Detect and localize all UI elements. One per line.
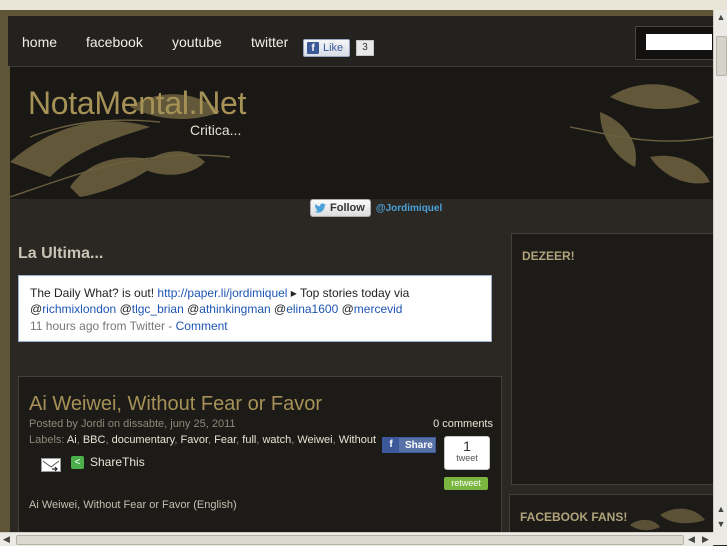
post-label-link[interactable]: Favor [180,434,208,446]
twitter-handle-link[interactable]: @Jordimiquel [376,203,442,214]
blog-post: Ai Weiwei, Without Fear or Favor Posted … [18,376,502,538]
post-meta: Posted by Jordi on dissabte, juny 25, 20… [29,418,236,430]
facebook-like-label: Like [323,42,344,54]
nav-twitter-link[interactable]: twitter [251,34,288,50]
tweet-mention-link[interactable]: elina1600 [286,302,338,316]
tweet-line-2: @richmixlondon @tlgc_brian @athinkingman… [30,302,403,316]
post-label-link[interactable]: Weiwei [297,434,332,446]
scrollbar-corner [713,532,727,545]
site-tagline: Critica... [190,122,242,138]
facebook-icon: f [383,438,399,452]
post-labels-label: Labels: [29,434,67,446]
post-comments-link[interactable]: 0 comments [433,418,493,430]
scroll-left-arrow-icon[interactable]: ◀ [685,533,698,546]
tweet-meta-text: 11 hours ago from Twitter [30,319,165,333]
nav-youtube-link[interactable]: youtube [172,34,222,50]
horizontal-scrollbar[interactable]: ◀ ◀ ▶ [0,532,713,546]
post-title[interactable]: Ai Weiwei, Without Fear or Favor [29,393,322,416]
horizontal-scroll-thumb[interactable] [16,535,684,545]
post-excerpt: Ai Weiwei, Without Fear or Favor (Englis… [29,499,237,511]
tweet-meta-separator: - [164,319,176,333]
tweet-text-suffix: ▸ Top stories today via [287,286,410,300]
tweet-meta: 11 hours ago from Twitter - Comment [30,319,228,333]
latest-section-title: La Ultima... [18,245,104,262]
twitter-follow-label: Follow [330,202,365,214]
facebook-like-count: 3 [356,40,374,56]
post-labels: Labels: Ai, BBC, documentary, Favor, Fea… [29,434,377,446]
tweet-mention-link[interactable]: athinkingman [199,302,270,316]
twitter-follow-row: Follow @Jordimiquel [310,199,442,217]
dezeer-widget-title: DEZEER! [522,249,575,263]
tweet-link[interactable]: http://paper.li/jordimiquel [157,286,287,300]
tweet-mention-link[interactable]: mercevid [354,302,403,316]
twitter-bird-icon [314,203,326,213]
facebook-icon: f [307,42,319,54]
scroll-down-arrow-icon[interactable]: ▼ [714,517,727,531]
facebook-like-widget: f Like 3 [303,38,374,58]
twitter-follow-button[interactable]: Follow [310,199,371,217]
facebook-fans-title: FACEBOOK FANS! [520,510,628,524]
share-icon: < [71,455,84,469]
vertical-scrollbar[interactable]: ▲ ▲ ▼ [713,10,727,532]
retweet-button[interactable]: retweet [444,477,488,490]
tweet-mention-link[interactable]: tlgc_brian [132,302,184,316]
post-label-link[interactable]: documentary [112,434,175,446]
envelope-icon [42,460,60,472]
post-label-link[interactable]: Fear [214,434,236,446]
email-icon[interactable] [41,458,61,472]
top-navbar: home facebook youtube twitter f Like 3 [8,16,713,66]
facebook-share-button[interactable]: f Share [382,437,436,453]
post-label-link[interactable]: Without [339,434,376,446]
tweet-count-box: 1 tweet [444,436,490,470]
nav-facebook-link[interactable]: facebook [86,34,143,50]
post-label-link[interactable]: Ai [67,434,77,446]
nav-home-link[interactable]: home [22,34,57,50]
tweet-line-1: The Daily What? is out! http://paper.li/… [30,286,409,300]
post-label-link[interactable]: BBC [83,434,106,446]
scroll-left-arrow-icon[interactable]: ◀ [0,533,13,546]
post-label-link[interactable]: watch [262,434,291,446]
facebook-like-button[interactable]: f Like [303,39,351,57]
latest-tweet-box: The Daily What? is out! http://paper.li/… [18,275,492,342]
post-label-link[interactable]: full [242,434,256,446]
scroll-up-arrow-icon[interactable]: ▲ [714,502,727,516]
tweet-mention-link[interactable]: richmixlondon [42,302,116,316]
scroll-right-arrow-icon[interactable]: ▶ [699,533,712,546]
facebook-share-label: Share [405,439,433,451]
tweet-comment-link[interactable]: Comment [176,319,228,333]
vertical-scroll-thumb[interactable] [716,36,727,76]
site-title[interactable]: NotaMental.Net [28,85,246,122]
search-input[interactable] [646,34,712,50]
dezeer-widget: DEZEER! [511,233,715,485]
sharethis-button[interactable]: < ShareThis [71,455,145,469]
tweet-text-prefix: The Daily What? is out! [30,286,158,300]
sharethis-label: ShareThis [90,455,145,469]
site-header: NotaMental.Net Critica... [10,66,713,201]
search-box [635,26,713,60]
scroll-up-arrow-icon[interactable]: ▲ [714,10,727,24]
tweet-count-word: tweet [456,453,478,463]
